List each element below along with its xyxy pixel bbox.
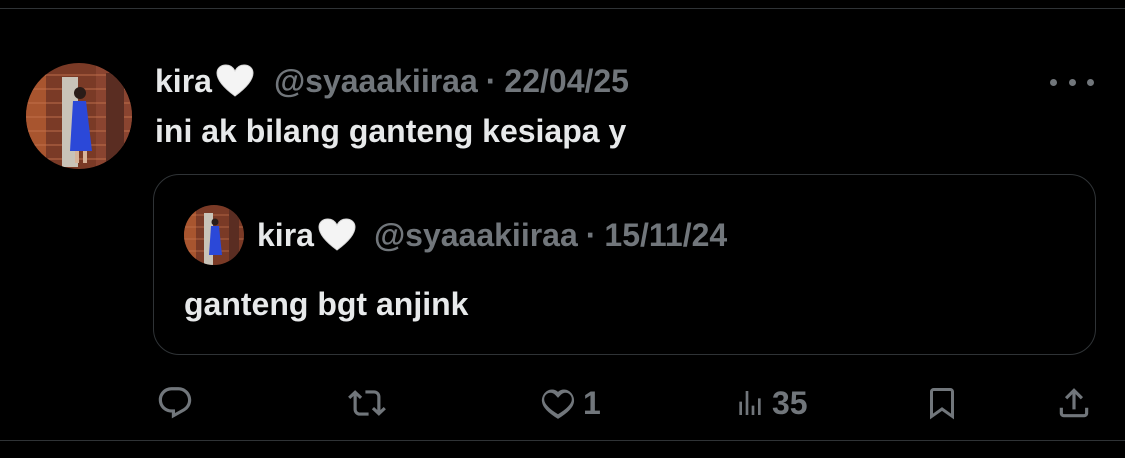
views-button[interactable]: 35	[734, 378, 808, 428]
quoted-user-handle[interactable]: @syaaakiiraa	[374, 217, 578, 254]
heart-icon	[541, 389, 575, 419]
quoted-header: kira @syaaakiiraa · 15/11/24	[257, 217, 727, 253]
reply-button[interactable]	[156, 378, 194, 428]
like-count: 1	[583, 384, 601, 421]
white-heart-icon	[216, 64, 254, 98]
quoted-tweet[interactable]: kira @syaaakiiraa · 15/11/24 ganteng bgt…	[153, 174, 1096, 355]
quoted-separator-dot: ·	[585, 216, 597, 253]
bookmark-icon	[930, 388, 954, 420]
tweet-date[interactable]: 22/04/25	[504, 63, 629, 100]
tweet[interactable]: kira @syaaakiiraa · 22/04/25 ini ak bila…	[0, 9, 1125, 440]
views-icon	[739, 391, 761, 415]
quoted-avatar[interactable]	[184, 205, 244, 265]
action-bar: 1 35	[0, 378, 1125, 428]
more-options-icon[interactable]	[1050, 71, 1094, 93]
tweet-header: kira @syaaakiiraa · 22/04/25	[155, 61, 629, 101]
bottom-divider	[0, 440, 1125, 441]
like-button[interactable]: 1	[539, 378, 601, 428]
quoted-display-name[interactable]: kira	[257, 217, 314, 254]
avatar[interactable]	[26, 63, 132, 169]
reply-icon	[158, 387, 192, 419]
user-handle[interactable]: @syaaakiiraa	[274, 63, 478, 100]
retweet-icon	[348, 390, 386, 416]
share-icon	[1059, 388, 1089, 418]
separator-dot: ·	[485, 62, 497, 99]
quoted-tweet-text: ganteng bgt anjink	[184, 286, 469, 322]
display-name[interactable]: kira	[155, 63, 212, 100]
avatar-photo	[26, 63, 132, 169]
bookmark-button[interactable]	[924, 378, 960, 428]
white-heart-icon	[318, 218, 356, 252]
quoted-tweet-date[interactable]: 15/11/24	[604, 217, 727, 254]
view-count: 35	[772, 384, 808, 421]
quoted-avatar-photo	[184, 205, 244, 265]
retweet-button[interactable]	[346, 378, 388, 428]
tweet-text: ini ak bilang ganteng kesiapa y	[155, 113, 627, 149]
share-button[interactable]	[1055, 378, 1093, 428]
